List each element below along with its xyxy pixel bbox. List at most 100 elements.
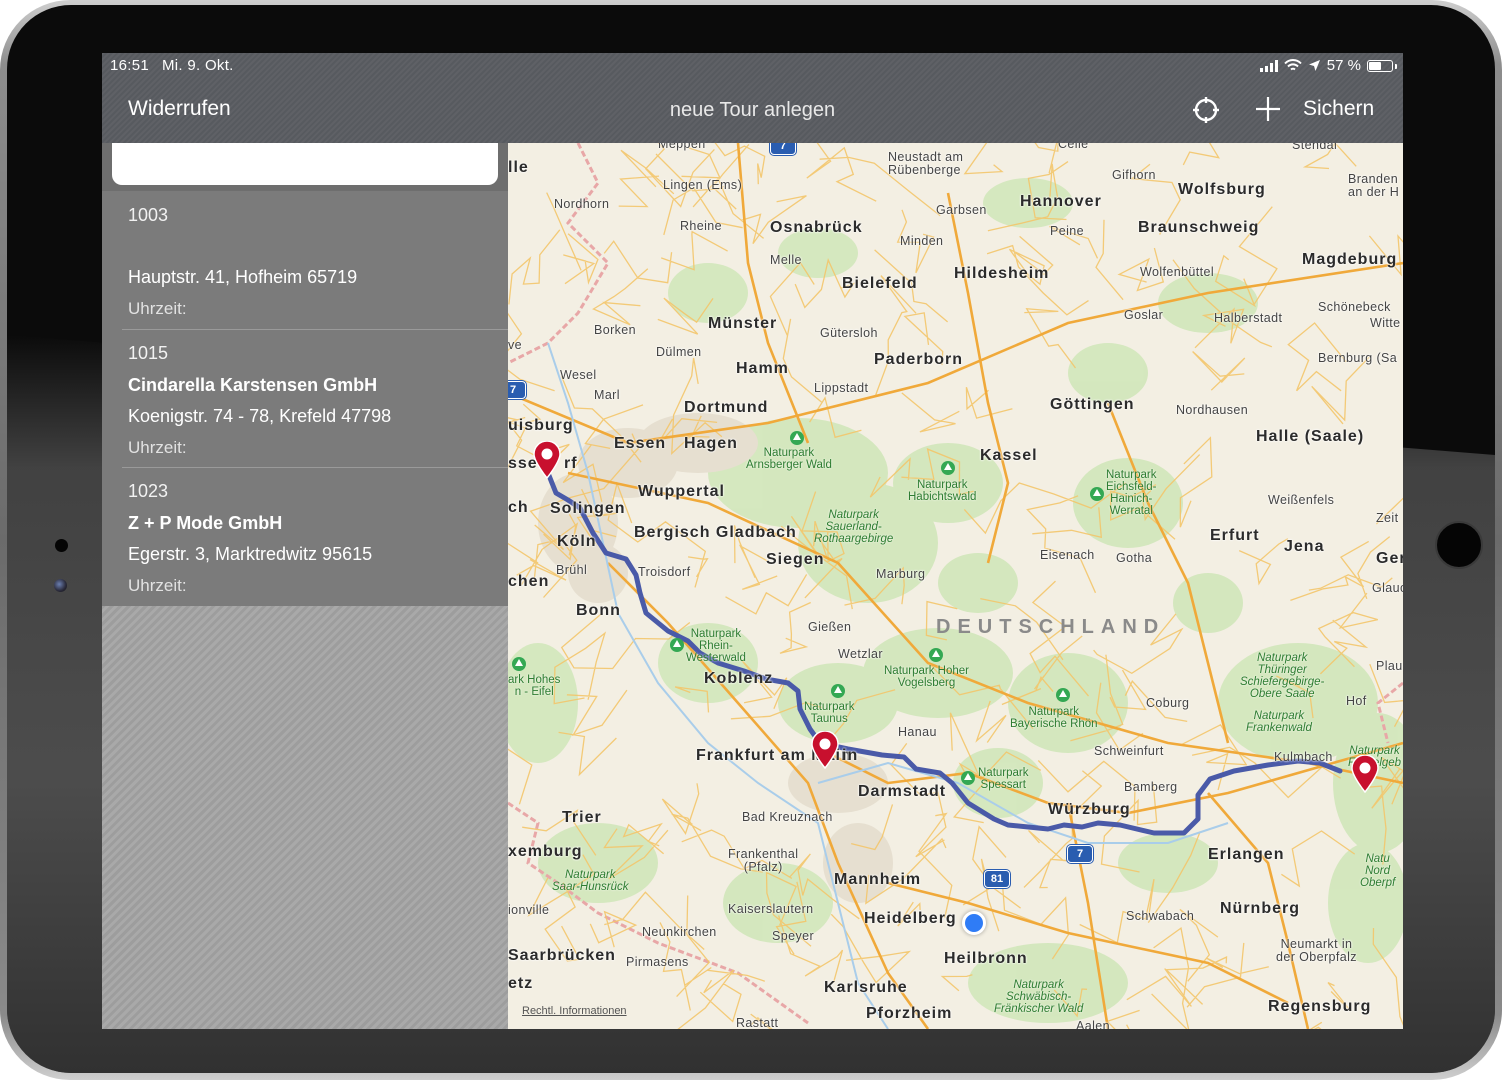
city-label: Heidelberg (864, 910, 957, 927)
city-label: Bonn (576, 602, 621, 619)
list-item[interactable]: 1015 Cindarella Karstensen GmbH Koenigst… (102, 329, 508, 467)
town-label: Kulmbach (1274, 750, 1333, 764)
legal-link[interactable]: Rechtl. Informationen (522, 1005, 627, 1017)
town-label: Peine (1050, 224, 1084, 238)
save-button[interactable]: Sichern (1303, 97, 1374, 121)
city-label: Göttingen (1050, 396, 1135, 413)
tree-icon (1090, 487, 1104, 501)
city-label: Kassel (980, 447, 1038, 464)
city-label: Solingen (550, 500, 626, 517)
park-label: Naturpark Rhein- Westerwald (686, 628, 746, 664)
town-label: Speyer (772, 929, 815, 943)
town-label: Wolfenbüttel (1140, 265, 1215, 279)
city-label: Erlangen (1208, 846, 1285, 863)
town-label: Dülmen (656, 345, 702, 359)
cellular-signal-icon (1259, 59, 1278, 72)
city-label: Halle (Saale) (1256, 428, 1365, 445)
town-label: Gütersloh (820, 326, 878, 340)
motorway-shield: 7 (770, 143, 796, 155)
town-label: etz (508, 975, 534, 992)
park-label: Naturpark Hoher Vogelsberg (884, 665, 970, 689)
city-label: Jena (1284, 538, 1325, 555)
city-label: Würzburg (1048, 801, 1131, 818)
stop-list: 1003 Hauptstr. 41, Hofheim 65719 Uhrzeit… (102, 191, 508, 606)
wifi-icon (1284, 59, 1302, 71)
town-label: Bernburg (Sa (1318, 351, 1398, 365)
town-label: Minden (900, 234, 944, 248)
plus-icon[interactable] (1254, 95, 1282, 123)
tree-icon (670, 638, 684, 652)
town-label: Eisenach (1040, 548, 1095, 562)
tree-icon (831, 684, 845, 698)
country-label: DEUTSCHLAND (936, 616, 1166, 638)
city-label: Hildesheim (954, 265, 1050, 282)
town-label: Nordhausen (1176, 403, 1249, 417)
town-label: Branden an der H (1348, 172, 1400, 199)
town-label: Troisdorf (638, 565, 691, 579)
map-pin-icon[interactable] (532, 441, 562, 479)
park-label: Natu Nord Oberpf (1360, 853, 1396, 889)
town-label: Gießen (808, 620, 852, 634)
route-map[interactable]: 7 81 7 7 Hannover Wolfsburg Braunschweig… (508, 143, 1403, 1029)
city-label: Siegen (766, 551, 825, 568)
list-item[interactable]: 1023 Z + P Mode GmbH Egerstr. 3, Marktre… (102, 467, 508, 606)
city-label: Hamm (736, 360, 789, 377)
park-label: Naturpark Saar-Hunsrück (552, 869, 629, 893)
town-label: lle (508, 159, 529, 176)
city-label: Bielefeld (842, 275, 918, 292)
town-label: Schweinfurt (1094, 744, 1164, 758)
town-label: Wetzlar (838, 647, 883, 661)
town-label: Bad Kreuznach (742, 810, 833, 824)
cancel-button[interactable]: Widerrufen (128, 97, 231, 121)
city-label: Pforzheim (866, 1005, 953, 1022)
city-label: Wuppertal (638, 483, 725, 500)
town-label: Weißenfels (1268, 493, 1335, 507)
search-input[interactable] (112, 143, 498, 185)
city-label: xemburg (508, 843, 583, 860)
town-label: Schönebeck (1318, 300, 1391, 314)
stop-time-label: Uhrzeit: (128, 576, 187, 595)
city-label: uisburg (508, 417, 574, 434)
battery-fill (1369, 61, 1381, 70)
park-label: Naturpark Schwäbisch- Fränkischer Wald (994, 979, 1084, 1015)
town-label: Halberstadt (1214, 311, 1283, 325)
town-label: ch (508, 499, 529, 516)
town-label: Goslar (1124, 308, 1164, 322)
tree-icon (790, 431, 804, 445)
town-label: Rastatt (736, 1016, 779, 1029)
park-label: Naturpark Thüringer Schiefergebirge- Obe… (1240, 652, 1325, 700)
town-label: Melle (770, 253, 802, 267)
stop-name: Z + P Mode GmbH (128, 513, 283, 533)
town-label: Gotha (1116, 551, 1153, 565)
list-item[interactable]: 1003 Hauptstr. 41, Hofheim 65719 Uhrzeit… (102, 191, 508, 329)
town-label: Gifhorn (1112, 168, 1156, 182)
battery-percent: 57 % (1326, 57, 1361, 74)
city-label: chen (508, 573, 550, 590)
stop-time-label: Uhrzeit: (128, 299, 187, 318)
city-label: Braunschweig (1138, 219, 1260, 236)
city-label: Hannover (1020, 193, 1102, 210)
town-label: Rheine (680, 219, 723, 233)
city-label: Osnabrück (770, 219, 863, 236)
location-arrow-icon (1308, 60, 1320, 71)
home-button[interactable] (1435, 521, 1483, 569)
light-sensor (54, 579, 67, 592)
town-label: Hof (1346, 694, 1367, 708)
stop-list-sidebar: 1003 Hauptstr. 41, Hofheim 65719 Uhrzeit… (102, 143, 508, 1029)
crosshair-icon[interactable] (1192, 96, 1220, 124)
map-pin-icon[interactable] (1350, 755, 1380, 793)
city-label: Nürnberg (1220, 900, 1300, 917)
town-label: Bamberg (1124, 780, 1178, 794)
app-screen: 16:51 Mi. 9. Okt. 57 % Widerrufen neue T… (102, 53, 1403, 1029)
city-label: rf (564, 455, 578, 472)
town-label: Borken (594, 323, 637, 337)
city-label: Köln (557, 533, 597, 550)
map-pin-icon[interactable] (810, 731, 840, 769)
park-label: Naturpark Sauerland- Rothaargebirge (814, 509, 894, 545)
city-label: Essen (614, 435, 667, 452)
city-label: Koblenz (704, 670, 774, 687)
motorway-shield: 7 (508, 381, 526, 399)
city-label: Hagen (684, 435, 738, 452)
city-label: Mannheim (834, 871, 922, 888)
town-label: Marburg (876, 567, 926, 581)
